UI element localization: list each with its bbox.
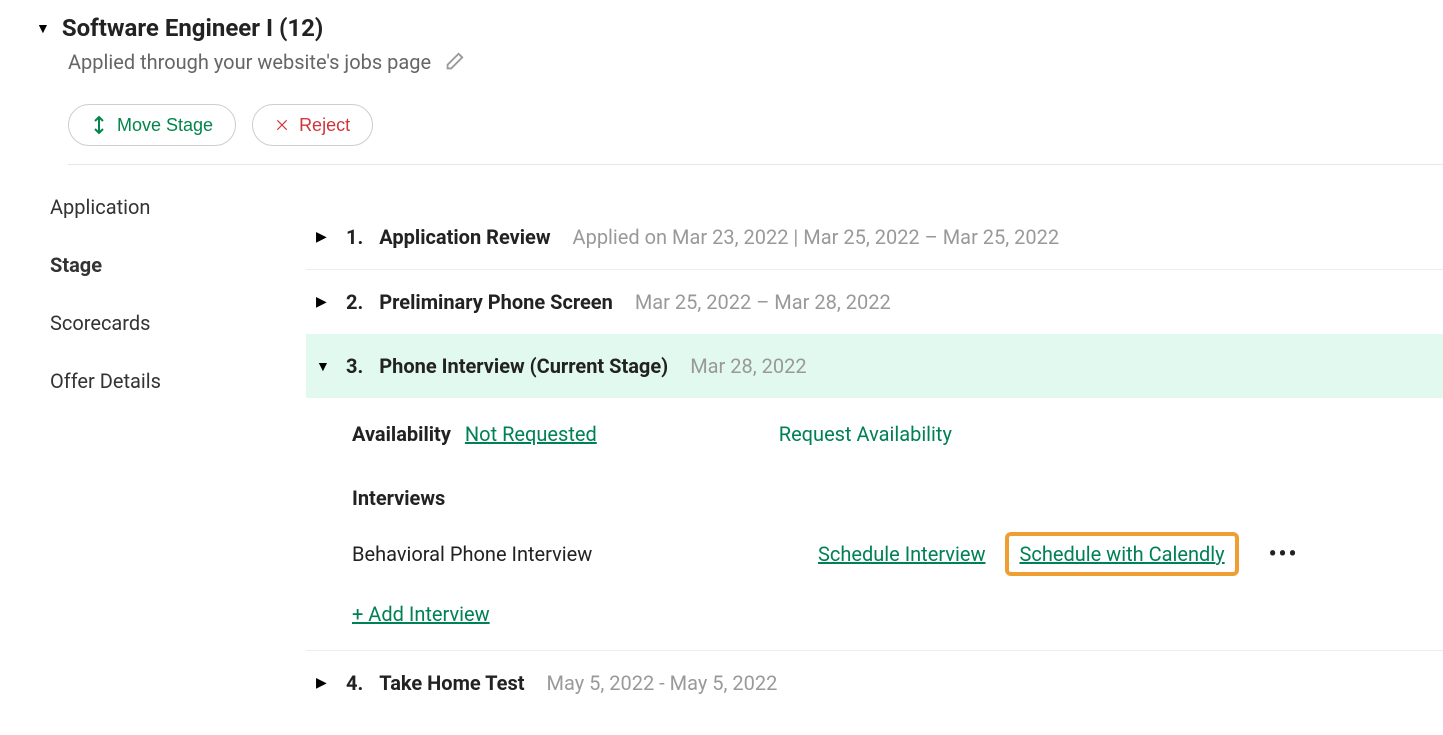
reject-button[interactable]: Reject: [252, 104, 373, 146]
stage-row-take-home-test[interactable]: ▶ 4. Take Home Test May 5, 2022 - May 5,…: [306, 650, 1443, 715]
sidebar-item-offer-details[interactable]: Offer Details: [50, 369, 266, 393]
caret-down-icon: ▼: [316, 358, 330, 375]
caret-right-icon: ▶: [316, 229, 330, 245]
interview-row: Behavioral Phone Interview Schedule Inte…: [352, 532, 1438, 576]
sidebar-item-stage[interactable]: Stage: [50, 253, 266, 277]
stage-name: Preliminary Phone Screen: [379, 290, 613, 314]
stage-row-phone-interview[interactable]: ▼ 3. Phone Interview (Current Stage) Mar…: [306, 334, 1443, 398]
schedule-interview-link[interactable]: Schedule Interview: [818, 542, 985, 566]
stage-name: Phone Interview (Current Stage): [379, 354, 668, 378]
availability-status-link[interactable]: Not Requested: [465, 422, 597, 446]
stage-index: 3.: [346, 354, 363, 378]
reject-icon: [275, 118, 289, 132]
move-stage-icon: [91, 114, 107, 136]
stage-index: 4.: [346, 671, 363, 695]
stage-dates: Mar 25, 2022 – Mar 28, 2022: [635, 290, 891, 314]
edit-icon[interactable]: [443, 51, 465, 73]
request-availability-link[interactable]: Request Availability: [779, 422, 952, 446]
stage-dates: Applied on Mar 23, 2022 | Mar 25, 2022 –…: [573, 225, 1060, 249]
schedule-with-calendly-link[interactable]: Schedule with Calendly: [1019, 542, 1224, 566]
application-source-subtitle: Applied through your website's jobs page: [68, 50, 431, 74]
caret-right-icon: ▶: [316, 294, 330, 310]
interview-name: Behavioral Phone Interview: [352, 542, 798, 566]
stage-row-preliminary-phone-screen[interactable]: ▶ 2. Preliminary Phone Screen Mar 25, 20…: [306, 269, 1443, 334]
caret-down-icon[interactable]: ▼: [36, 20, 50, 37]
caret-right-icon: ▶: [316, 675, 330, 691]
current-stage-body: Availability Not Requested Request Avail…: [306, 398, 1443, 650]
interviews-heading: Interviews: [352, 486, 1438, 510]
move-stage-label: Move Stage: [117, 115, 213, 136]
stage-dates: Mar 28, 2022: [690, 354, 806, 378]
job-title: Software Engineer I (12): [62, 14, 323, 42]
reject-label: Reject: [299, 115, 350, 136]
divider: [68, 164, 1443, 165]
stage-dates: May 5, 2022 - May 5, 2022: [547, 671, 778, 695]
availability-label: Availability: [352, 422, 451, 446]
stage-row-application-review[interactable]: ▶ 1. Application Review Applied on Mar 2…: [306, 221, 1443, 269]
stage-panel: ▶ 1. Application Review Applied on Mar 2…: [306, 195, 1443, 715]
schedule-calendly-highlight: Schedule with Calendly: [1005, 532, 1238, 576]
add-interview-link[interactable]: + Add Interview: [352, 602, 1438, 626]
sidebar-item-scorecards[interactable]: Scorecards: [50, 311, 266, 335]
sidebar-item-application[interactable]: Application: [50, 195, 266, 219]
more-options-icon[interactable]: •••: [1269, 542, 1299, 567]
sidebar: Application Stage Scorecards Offer Detai…: [18, 195, 266, 715]
stage-name: Application Review: [379, 225, 550, 249]
stage-index: 2.: [346, 290, 363, 314]
stage-index: 1.: [346, 225, 363, 249]
move-stage-button[interactable]: Move Stage: [68, 104, 236, 146]
stage-name: Take Home Test: [379, 671, 524, 695]
